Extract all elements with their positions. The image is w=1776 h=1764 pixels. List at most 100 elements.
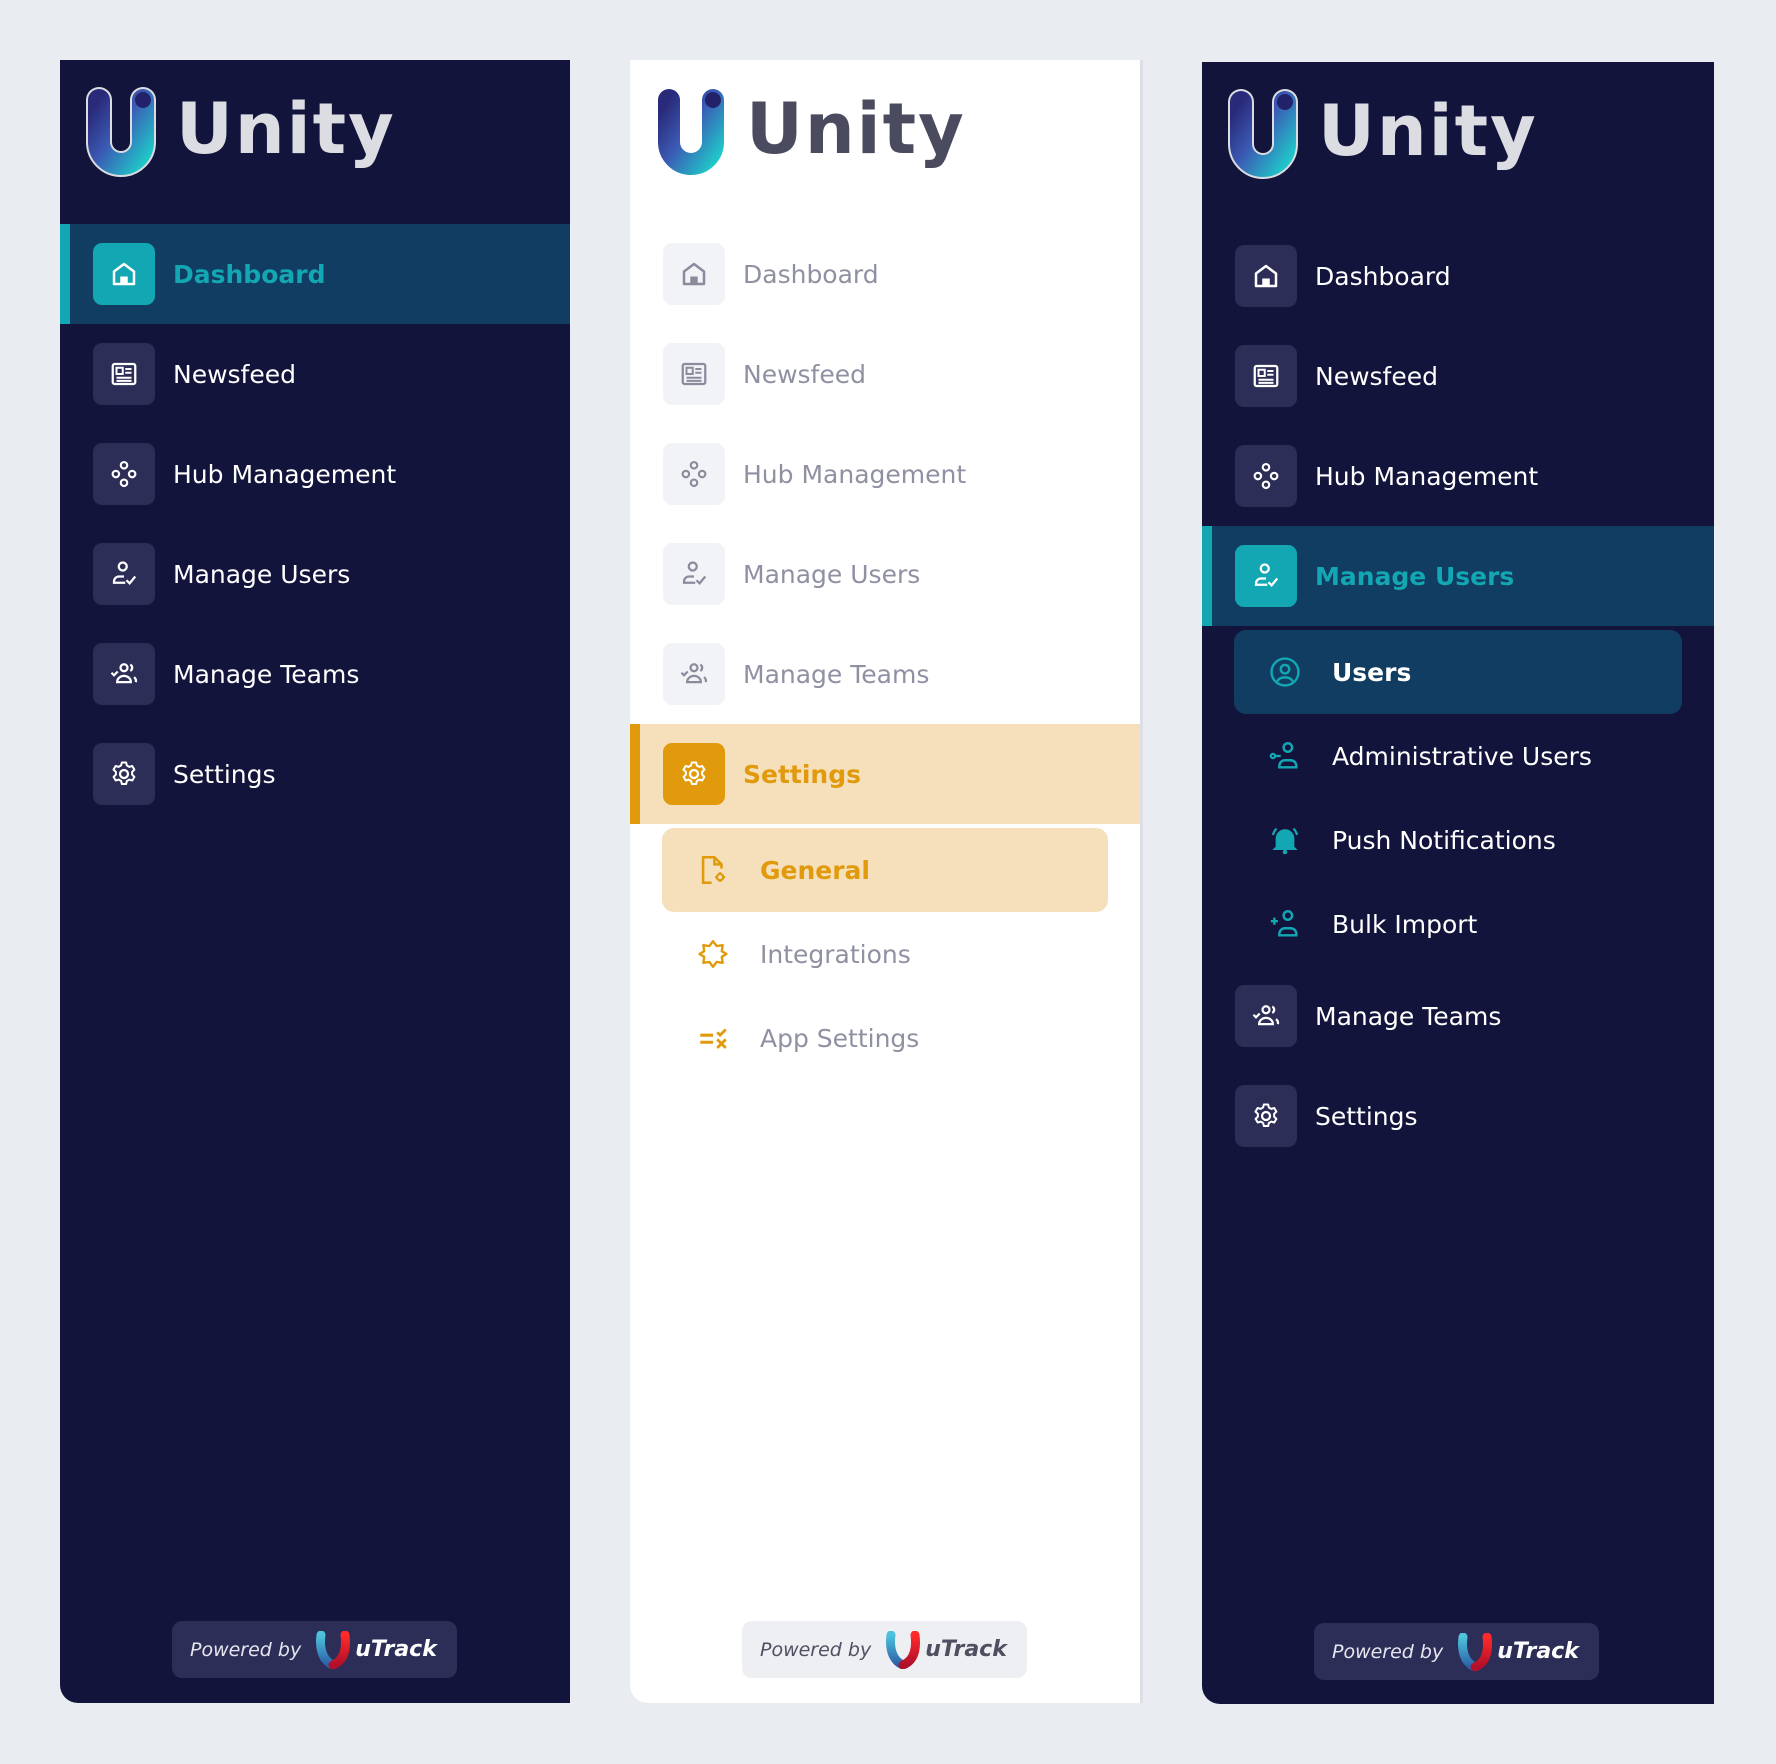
subnav-label: Integrations <box>760 939 911 969</box>
nav-item-newsfeed[interactable]: Newsfeed <box>1202 326 1714 426</box>
utrack-logo-icon <box>1458 1632 1493 1671</box>
subnav-item-integrations[interactable]: Integrations <box>662 912 1108 996</box>
gear-icon <box>1251 1101 1281 1131</box>
nav-label: Hub Management <box>1315 461 1539 491</box>
nav-item-hub-management[interactable]: Hub Management <box>1202 426 1714 526</box>
hub-icon <box>679 459 709 489</box>
nav-item-dashboard[interactable]: Dashboard <box>1202 226 1714 326</box>
brand[interactable]: Unity <box>654 82 966 182</box>
subnav-item-app-settings[interactable]: App Settings <box>662 996 1108 1080</box>
nav-label: Manage Teams <box>743 659 930 689</box>
team-icon <box>679 659 709 689</box>
user-circle-icon <box>1268 655 1302 689</box>
nav-item-hub-management[interactable]: Hub Management <box>60 424 570 524</box>
powered-by-badge[interactable]: Powered by uTrack <box>172 1621 457 1678</box>
hub-icon <box>109 459 139 489</box>
nav-item-settings[interactable]: Settings <box>60 724 570 824</box>
user-check-icon <box>109 559 139 589</box>
main-nav: Dashboard Newsfeed Hub Management Manage… <box>630 224 1140 1080</box>
subnav-label: App Settings <box>760 1023 920 1053</box>
nav-item-manage-users[interactable]: Manage Users <box>60 524 570 624</box>
subnav-item-general[interactable]: General <box>662 828 1108 912</box>
unity-logo-icon <box>86 87 156 177</box>
nav-label: Dashboard <box>743 259 879 289</box>
sidebar-dark-manage-users: Unity Dashboard Newsfeed Hub Management … <box>1202 62 1714 1704</box>
file-settings-icon <box>696 853 730 887</box>
gear-icon <box>109 759 139 789</box>
nav-item-hub-management[interactable]: Hub Management <box>630 424 1140 524</box>
hub-icon <box>1251 461 1281 491</box>
unity-logo-icon <box>1228 89 1298 179</box>
nav-item-settings[interactable]: Settings <box>1202 1066 1714 1166</box>
team-icon <box>109 659 139 689</box>
utrack-logo-icon <box>316 1630 351 1669</box>
utrack-brand-text: uTrack <box>1497 1639 1579 1664</box>
main-nav: Dashboard Newsfeed Hub Management Manage… <box>1202 226 1714 1166</box>
nav-item-manage-users[interactable]: Manage Users <box>630 524 1140 624</box>
nav-label: Settings <box>743 759 862 789</box>
nav-label: Hub Management <box>173 459 397 489</box>
brand-name: Unity <box>176 88 396 170</box>
nav-label: Settings <box>1315 1101 1418 1131</box>
nav-label: Hub Management <box>743 459 967 489</box>
nav-item-manage-teams[interactable]: Manage Teams <box>60 624 570 724</box>
newsfeed-icon <box>1251 361 1281 391</box>
main-nav: Dashboard Newsfeed Hub Management Manage… <box>60 224 570 824</box>
brand[interactable]: Unity <box>1226 84 1538 184</box>
subnav-label: General <box>760 855 870 885</box>
home-icon <box>679 259 709 289</box>
subnav-item-push-notifications[interactable]: Push Notifications <box>1234 798 1682 882</box>
bell-icon <box>1268 823 1302 857</box>
user-check-icon <box>1251 561 1281 591</box>
brand[interactable]: Unity <box>84 82 396 182</box>
nav-label: Settings <box>173 759 276 789</box>
nav-item-newsfeed[interactable]: Newsfeed <box>60 324 570 424</box>
nav-label: Manage Users <box>1315 561 1515 591</box>
subnav-label: Users <box>1332 657 1412 687</box>
nav-label: Dashboard <box>173 259 326 289</box>
nav-label: Manage Teams <box>1315 1001 1502 1031</box>
user-check-icon <box>679 559 709 589</box>
nav-item-manage-users[interactable]: Manage Users <box>1202 526 1714 626</box>
team-icon <box>1251 1001 1281 1031</box>
nav-item-dashboard[interactable]: Dashboard <box>630 224 1140 324</box>
nav-label: Newsfeed <box>173 359 296 389</box>
nav-label: Manage Teams <box>173 659 360 689</box>
puzzle-icon <box>696 937 730 971</box>
home-icon <box>109 259 139 289</box>
brand-name: Unity <box>746 88 966 170</box>
subnav-item-bulk-import[interactable]: Bulk Import <box>1234 882 1682 966</box>
nav-label: Manage Users <box>743 559 921 589</box>
subnav-item-users[interactable]: Users <box>1234 630 1682 714</box>
nav-label: Newsfeed <box>743 359 866 389</box>
utrack-logo-icon <box>886 1630 921 1669</box>
powered-by-badge[interactable]: Powered by uTrack <box>742 1621 1027 1678</box>
brand-name: Unity <box>1318 90 1538 172</box>
powered-by-text: Powered by <box>190 1638 302 1661</box>
user-plus-icon <box>1268 907 1302 941</box>
nav-label: Newsfeed <box>1315 361 1438 391</box>
nav-label: Manage Users <box>173 559 351 589</box>
home-icon <box>1251 261 1281 291</box>
nav-item-dashboard[interactable]: Dashboard <box>60 224 570 324</box>
nav-item-newsfeed[interactable]: Newsfeed <box>630 324 1140 424</box>
subnav-label: Bulk Import <box>1332 909 1478 939</box>
nav-item-manage-teams[interactable]: Manage Teams <box>1202 966 1714 1066</box>
powered-by-badge[interactable]: Powered by uTrack <box>1314 1623 1599 1680</box>
subnav-item-administrative-users[interactable]: Administrative Users <box>1234 714 1682 798</box>
newsfeed-icon <box>109 359 139 389</box>
nav-item-settings[interactable]: Settings <box>630 724 1140 824</box>
unity-logo-icon <box>658 89 724 175</box>
newsfeed-icon <box>679 359 709 389</box>
powered-by-text: Powered by <box>1332 1640 1444 1663</box>
sidebar-dark-dashboard: Unity Dashboard Newsfeed Hub Management … <box>60 60 570 1703</box>
subnav-label: Administrative Users <box>1332 741 1592 771</box>
admin-user-icon <box>1268 739 1302 773</box>
utrack-brand-text: uTrack <box>925 1637 1007 1662</box>
gear-icon <box>679 759 709 789</box>
list-check-icon <box>696 1021 730 1055</box>
nav-item-manage-teams[interactable]: Manage Teams <box>630 624 1140 724</box>
sidebar-light-settings: Unity Dashboard Newsfeed Hub Management … <box>630 60 1143 1703</box>
powered-by-text: Powered by <box>760 1638 872 1661</box>
utrack-brand-text: uTrack <box>355 1637 437 1662</box>
